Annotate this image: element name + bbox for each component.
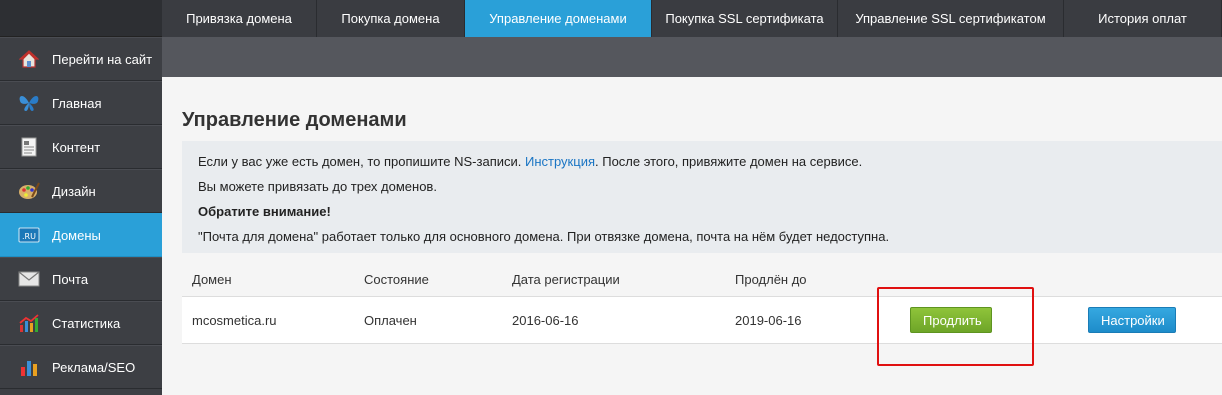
sidebar-item-go-to-site[interactable]: Перейти на сайт [0, 37, 162, 81]
document-icon [18, 136, 40, 158]
cell-settings: Настройки [1088, 307, 1222, 333]
bars-icon [18, 356, 40, 378]
sidebar-header [0, 0, 162, 37]
sidebar-item-statistics[interactable]: Статистика [0, 301, 162, 345]
tab-payment-history[interactable]: История оплат [1064, 0, 1222, 37]
sidebar-item-label: Главная [52, 95, 102, 111]
palette-icon [18, 180, 40, 202]
header-renewed-until: Продлён до [735, 271, 807, 287]
sidebar-item-advertising-seo[interactable]: Реклама/SEO [0, 345, 162, 389]
domains-table: Домен Состояние Дата регистрации Продлён… [182, 262, 1222, 344]
sidebar-item-label: Перейти на сайт [52, 51, 153, 67]
sidebar: Перейти на сайт Главная Контент Дизайн .… [0, 0, 162, 395]
table-header: Домен Состояние Дата регистрации Продлён… [182, 262, 1222, 296]
cell-domain: mcosmetica.ru [192, 312, 277, 328]
home-icon [18, 48, 40, 70]
instruction-link[interactable]: Инструкция [525, 154, 595, 169]
main-content: Управление доменами Если у вас уже есть … [162, 77, 1222, 395]
info-line-limit: Вы можете привязать до трех доменов. [198, 179, 437, 194]
sidebar-item-mail[interactable]: Почта [0, 257, 162, 301]
chart-icon [18, 312, 40, 334]
header-status: Состояние [364, 271, 429, 287]
ru-domain-icon-text: .RU [22, 232, 36, 241]
cell-status: Оплачен [364, 312, 417, 328]
info-line-mail: "Почта для домена" работает только для о… [198, 229, 890, 244]
info-line-ns: Если у вас уже есть домен, то пропишите … [198, 153, 1206, 178]
sidebar-item-content[interactable]: Контент [0, 125, 162, 169]
page-title: Управление доменами [182, 109, 407, 131]
table-row: mcosmetica.ru Оплачен 2016-06-16 2019-06… [182, 296, 1222, 344]
info-attention: Обратите внимание! [198, 204, 331, 219]
tab-manage-ssl[interactable]: Управление SSL сертификатом [838, 0, 1064, 37]
sidebar-item-label: Статистика [52, 315, 121, 331]
tab-buy-ssl[interactable]: Покупка SSL сертификата [652, 0, 838, 37]
sidebar-item-home[interactable]: Главная [0, 81, 162, 125]
sidebar-item-design[interactable]: Дизайн [0, 169, 162, 213]
header-registered: Дата регистрации [512, 271, 620, 287]
tab-buy-domain[interactable]: Покупка домена [317, 0, 465, 37]
sub-toolbar [162, 37, 1222, 77]
sidebar-item-label: Почта [52, 271, 89, 287]
sidebar-item-label: Домены [52, 227, 101, 243]
info-text: . После этого, привяжите домен на сервис… [595, 154, 863, 169]
info-text: Если у вас уже есть домен, то пропишите … [198, 154, 525, 169]
info-box: Если у вас уже есть домен, то пропишите … [182, 141, 1222, 253]
top-tabs: Привязка домена Покупка домена Управлени… [162, 0, 1222, 37]
sidebar-item-label: Дизайн [52, 183, 96, 199]
sidebar-item-label: Реклама/SEO [52, 359, 136, 375]
highlight-box [877, 287, 1034, 366]
settings-button[interactable]: Настройки [1088, 307, 1176, 333]
cell-registered: 2016-06-16 [512, 312, 579, 328]
tab-manage-domains[interactable]: Управление доменами [465, 0, 652, 37]
sidebar-item-domains[interactable]: .RU Домены [0, 213, 162, 257]
butterfly-icon [18, 92, 40, 114]
sidebar-item-label: Контент [52, 139, 101, 155]
tab-bind-domain[interactable]: Привязка домена [162, 0, 317, 37]
ru-domain-icon: .RU [18, 224, 40, 246]
header-domain: Домен [192, 271, 232, 287]
mail-icon [18, 268, 40, 290]
